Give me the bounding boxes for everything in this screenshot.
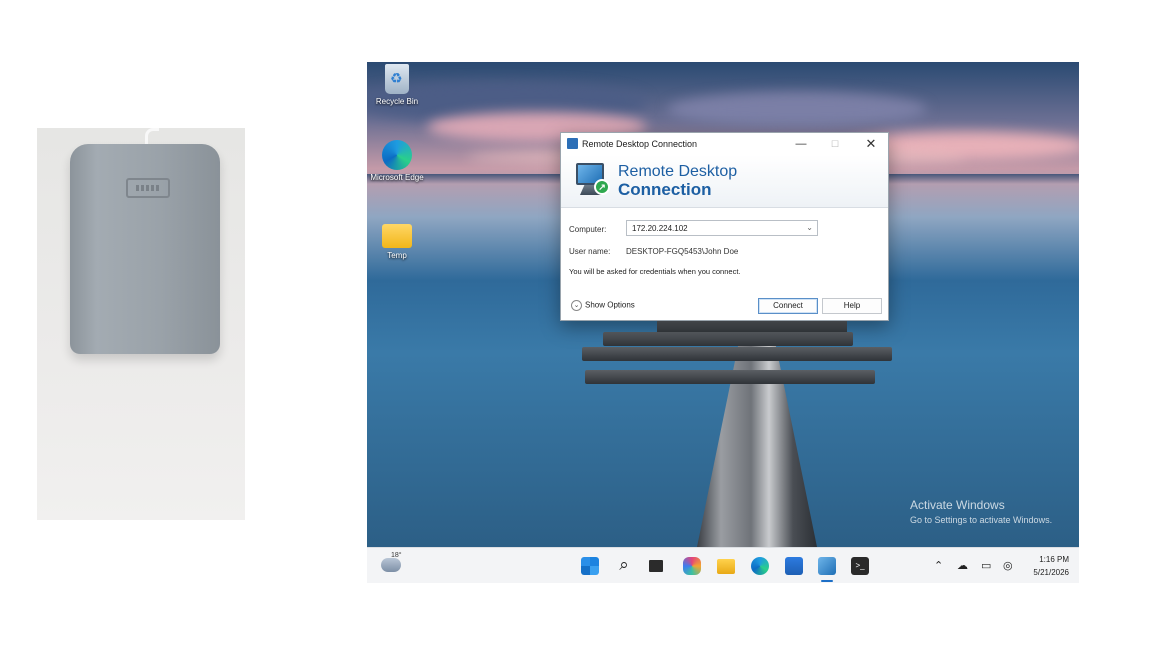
desktop-icon-label: Recycle Bin [375,97,419,106]
screen: Recycle Bin Microsoft Edge Temp Activate… [0,0,1152,648]
expand-icon: ⌄ [571,300,582,311]
start-icon[interactable] [581,557,599,575]
credentials-note: You will be asked for credentials when y… [569,267,741,276]
remote-desktop-dialog: Remote Desktop Connection — ☐ ✕ ↗ Remote… [560,132,889,321]
username-label: User name: [569,247,611,256]
cloud-off-icon[interactable]: ☁ [957,559,968,572]
computer-value: 172.20.224.102 [632,224,688,233]
recycle-bin-icon [385,64,409,94]
help-button[interactable]: Help [822,298,882,314]
device-photo [37,128,245,520]
pier-plank [582,347,892,361]
desktop-icon-label: Temp [387,251,407,260]
copilot-icon[interactable] [683,557,701,575]
desktop-icon-recycle-bin[interactable]: Recycle Bin [367,64,427,106]
computer-input[interactable]: 172.20.224.102 ⌄ [626,220,818,236]
edge-icon[interactable] [751,557,769,575]
chevron-up-icon[interactable]: ⌃ [934,559,943,572]
file-explorer-icon[interactable] [717,559,735,574]
maximize-button: ☐ [830,139,840,149]
terminal-icon[interactable]: >_ [851,557,869,575]
connect-button[interactable]: Connect [758,298,818,314]
desktop-icon-temp[interactable]: Temp [367,218,427,260]
dialog-titlebar[interactable]: Remote Desktop Connection — ☐ ✕ [561,133,888,155]
show-options-label: Show Options [585,300,635,310]
pier-plank [603,332,853,346]
activation-watermark: Activate Windows Go to Settings to activ… [910,498,1052,525]
username-value: DESKTOP-FGQ5453\John Doe [626,247,739,256]
edge-icon [382,140,412,170]
desktop-icon-label: Microsoft Edge [370,173,424,182]
cloud [667,92,927,127]
card-reader-device [70,144,220,354]
active-app-indicator [821,580,833,582]
activation-subtitle: Go to Settings to activate Windows. [910,515,1053,525]
connection-badge-icon: ↗ [594,179,610,195]
task-view-icon[interactable] [649,560,663,572]
dialog-title: Remote Desktop Connection [582,139,698,149]
dialog-banner: ↗ Remote Desktop Connection [561,155,888,208]
pier-plank [585,370,875,384]
chevron-down-icon[interactable]: ⌄ [806,223,813,232]
show-options-toggle[interactable]: ⌄ Show Options [571,300,635,311]
close-button[interactable]: ✕ [861,136,881,152]
desktop-icon-edge[interactable]: Microsoft Edge [367,140,427,182]
minimize-button[interactable]: — [791,136,811,152]
computer-label: Computer: [569,225,607,234]
clock-date[interactable]: 5/21/2026 [1027,568,1069,577]
search-icon[interactable]: ⌕ [615,556,633,575]
remote-desktop-icon [567,138,578,149]
device-logo [126,178,170,198]
temperature: 18° [391,552,402,559]
weather-icon[interactable] [381,558,401,572]
display-icon[interactable]: ▭ [981,559,991,572]
clock-time[interactable]: 1:16 PM [1033,555,1069,564]
store-icon[interactable] [785,557,803,575]
taskbar: 18° ⌕ >_ ⌃ ☁ ▭ ◎ 1:16 PM 5/21/2026 [367,547,1079,583]
banner-heading-line2: Connection [618,180,712,199]
remote-desktop-logo-icon: ↗ [574,161,612,201]
network-icon[interactable]: ◎ [1003,559,1013,572]
folder-icon [382,224,412,248]
remote-desktop-icon[interactable] [818,557,836,575]
activation-title: Activate Windows [910,498,1005,512]
banner-heading-line1: Remote Desktop [618,163,738,180]
